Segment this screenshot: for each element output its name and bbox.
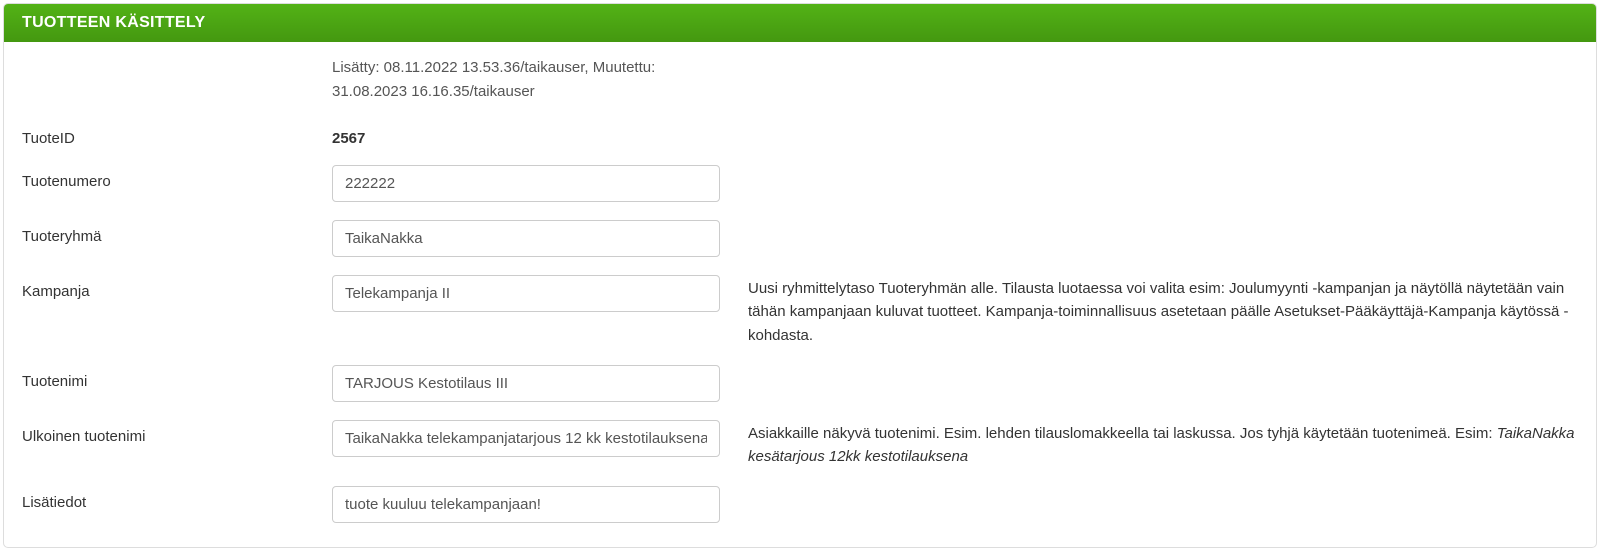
row-ulkoinen-tuotenimi: Ulkoinen tuotenimi Asiakkaille näkyvä tu…	[22, 420, 1578, 469]
help-ulkoinen-tuotenimi: Asiakkaille näkyvä tuotenimi. Esim. lehd…	[720, 420, 1578, 469]
input-kampanja[interactable]	[332, 275, 720, 312]
row-kampanja: Kampanja Uusi ryhmittelytaso Tuoteryhmän…	[22, 275, 1578, 347]
input-tuoteryhma[interactable]	[332, 220, 720, 257]
panel-body: Lisätty: 08.11.2022 13.53.36/taikauser, …	[4, 42, 1596, 547]
label-ulkoinen-tuotenimi: Ulkoinen tuotenimi	[22, 420, 332, 445]
meta-row: Lisätty: 08.11.2022 13.53.36/taikauser, …	[22, 56, 1578, 104]
label-tuotenumero: Tuotenumero	[22, 165, 332, 190]
label-tuoteid: TuoteID	[22, 122, 332, 147]
meta-text: Lisätty: 08.11.2022 13.53.36/taikauser, …	[332, 56, 712, 104]
row-tuoteid: TuoteID 2567	[22, 122, 1578, 147]
product-panel: TUOTTEEN KÄSITTELY Lisätty: 08.11.2022 1…	[3, 3, 1597, 548]
label-tuoteryhma: Tuoteryhmä	[22, 220, 332, 245]
label-tuotenimi: Tuotenimi	[22, 365, 332, 390]
row-tuotenimi: Tuotenimi	[22, 365, 1578, 402]
help-kampanja: Uusi ryhmittelytaso Tuoteryhmän alle. Ti…	[720, 275, 1578, 347]
value-tuoteid: 2567	[332, 122, 720, 147]
row-lisatiedot: Lisätiedot	[22, 486, 1578, 523]
label-lisatiedot: Lisätiedot	[22, 486, 332, 511]
input-tuotenimi[interactable]	[332, 365, 720, 402]
input-lisatiedot[interactable]	[332, 486, 720, 523]
panel-title: TUOTTEEN KÄSITTELY	[4, 4, 1596, 42]
input-tuotenumero[interactable]	[332, 165, 720, 202]
row-tuoteryhma: Tuoteryhmä	[22, 220, 1578, 257]
row-tuotenumero: Tuotenumero	[22, 165, 1578, 202]
label-kampanja: Kampanja	[22, 275, 332, 300]
help-ulkoinen-prefix: Asiakkaille näkyvä tuotenimi. Esim. lehd…	[748, 425, 1497, 442]
input-ulkoinen-tuotenimi[interactable]	[332, 420, 720, 457]
